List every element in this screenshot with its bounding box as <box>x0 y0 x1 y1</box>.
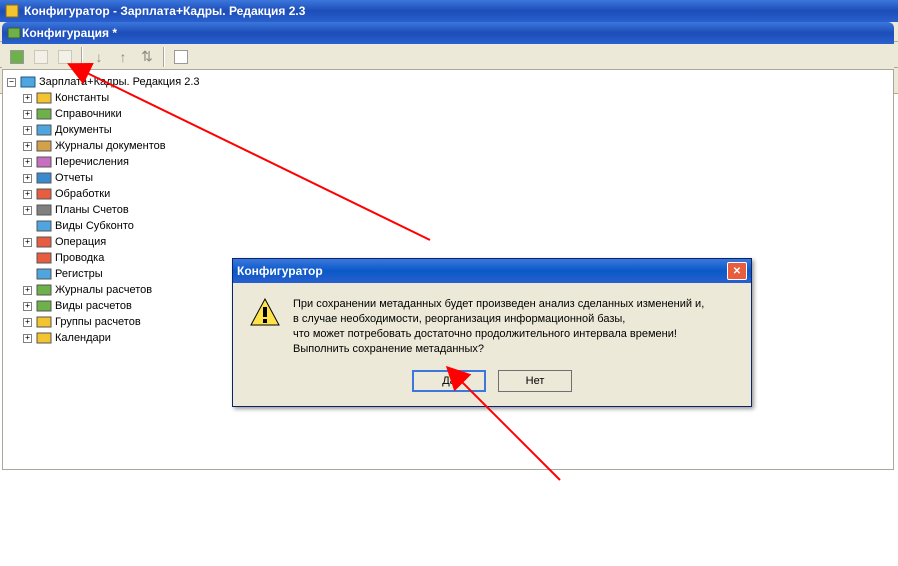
expand-toggle-icon[interactable]: + <box>23 174 32 183</box>
tree-item-label: Перечисления <box>55 156 129 168</box>
expand-toggle-icon[interactable]: + <box>23 318 32 327</box>
tree-item-label: Обработки <box>55 188 110 200</box>
tree-item-label: Проводка <box>55 252 104 264</box>
child-tb-btn-2[interactable] <box>30 46 52 68</box>
child-tb-btn-1[interactable] <box>6 46 28 68</box>
tree-item-label: Группы расчетов <box>55 316 141 328</box>
tree-item[interactable]: + Операция <box>5 234 891 250</box>
tree-item[interactable]: + Документы <box>5 122 891 138</box>
tree-item[interactable]: + Планы Счетов <box>5 202 891 218</box>
tree-node-icon <box>36 171 52 185</box>
tree-item-label: Константы <box>55 92 109 104</box>
child-tb-btn-4[interactable]: ↓ <box>88 46 110 68</box>
tree-item-label: Виды расчетов <box>55 300 132 312</box>
dialog-line-2: в случае необходимости, реорганизация ин… <box>293 312 704 327</box>
tree-item[interactable]: + Журналы документов <box>5 138 891 154</box>
expand-toggle-icon[interactable]: + <box>23 286 32 295</box>
expand-toggle-icon[interactable]: + <box>23 238 32 247</box>
expand-toggle-icon[interactable]: + <box>23 142 32 151</box>
dialog-title: Конфигуратор <box>237 264 323 278</box>
expand-toggle-icon[interactable]: + <box>23 110 32 119</box>
tree-node-icon <box>36 107 52 121</box>
expand-toggle-icon[interactable]: − <box>7 78 16 87</box>
tree-item-label: Календари <box>55 332 111 344</box>
tree-node-icon <box>36 203 52 217</box>
dialog-line-4: Выполнить сохранение метаданных? <box>293 342 704 357</box>
config-icon <box>20 75 36 89</box>
expand-toggle-icon[interactable]: + <box>23 334 32 343</box>
tree-item-label: Планы Счетов <box>55 204 129 216</box>
tree-noexpander <box>23 222 32 231</box>
separator <box>81 47 83 67</box>
main-titlebar: Конфигуратор - Зарплата+Кадры. Редакция … <box>0 0 898 22</box>
main-title: Конфигуратор - Зарплата+Кадры. Редакция … <box>24 4 305 18</box>
expand-toggle-icon[interactable]: + <box>23 190 32 199</box>
child-tb-btn-5[interactable]: ↑ <box>112 46 134 68</box>
tree-item-label: Виды Субконто <box>55 220 134 232</box>
tree-node-icon <box>36 187 52 201</box>
tree-item[interactable]: + Обработки <box>5 186 891 202</box>
tree-item[interactable]: + Перечисления <box>5 154 891 170</box>
separator <box>163 47 165 67</box>
child-window-icon <box>6 24 22 43</box>
tree-item-label: Документы <box>55 124 112 136</box>
dialog-titlebar[interactable]: Конфигуратор ✕ <box>233 259 751 283</box>
child-toolbar: ↓ ↑ ⇅ <box>2 44 894 70</box>
tree-root-label: Зарплата+Кадры. Редакция 2.3 <box>39 76 200 88</box>
tree-noexpander <box>23 270 32 279</box>
tree-item-label: Регистры <box>55 268 103 280</box>
no-button[interactable]: Нет <box>498 370 572 392</box>
yes-button[interactable]: Да <box>412 370 486 392</box>
tree-root[interactable]: − Зарплата+Кадры. Редакция 2.3 <box>5 74 891 90</box>
child-tb-btn-7[interactable] <box>170 46 192 68</box>
tree-node-icon <box>36 299 52 313</box>
warning-icon <box>249 297 281 329</box>
child-title: Конфигурация * <box>22 26 117 40</box>
tree-item-label: Отчеты <box>55 172 93 184</box>
dialog-line-1: При сохранении метаданных будет произвед… <box>293 297 704 312</box>
expand-toggle-icon[interactable]: + <box>23 94 32 103</box>
tree-node-icon <box>36 123 52 137</box>
tree-node-icon <box>36 235 52 249</box>
child-tb-btn-6[interactable]: ⇅ <box>136 46 158 68</box>
dialog-message: При сохранении метаданных будет произвед… <box>293 297 704 356</box>
expand-toggle-icon[interactable]: + <box>23 206 32 215</box>
tree-node-icon <box>36 155 52 169</box>
tree-node-icon <box>36 331 52 345</box>
tree-node-icon <box>36 139 52 153</box>
tree-item-label: Журналы документов <box>55 140 166 152</box>
tree-item[interactable]: + Отчеты <box>5 170 891 186</box>
child-titlebar: Конфигурация * <box>2 22 894 44</box>
dialog-body: При сохранении метаданных будет произвед… <box>233 283 751 364</box>
dialog-buttons: Да Нет <box>233 364 751 406</box>
tree-node-icon <box>36 91 52 105</box>
tree-item-label: Операция <box>55 236 106 248</box>
save-confirm-dialog: Конфигуратор ✕ При сохранении метаданных… <box>232 258 752 407</box>
tree-item-label: Журналы расчетов <box>55 284 152 296</box>
tree-node-icon <box>36 251 52 265</box>
tree-node-icon <box>36 315 52 329</box>
expand-toggle-icon[interactable]: + <box>23 126 32 135</box>
dialog-close-button[interactable]: ✕ <box>727 262 747 280</box>
tree-item[interactable]: + Справочники <box>5 106 891 122</box>
tree-node-icon <box>36 219 52 233</box>
tree-item[interactable]: + Константы <box>5 90 891 106</box>
expand-toggle-icon[interactable]: + <box>23 302 32 311</box>
tree-node-icon <box>36 267 52 281</box>
tree-node-icon <box>36 283 52 297</box>
tree-item-label: Справочники <box>55 108 122 120</box>
tree-noexpander <box>23 254 32 263</box>
expand-toggle-icon[interactable]: + <box>23 158 32 167</box>
tree-item[interactable]: Виды Субконто <box>5 218 891 234</box>
app-icon <box>4 3 20 19</box>
dialog-line-3: что может потребовать достаточно продолж… <box>293 327 704 342</box>
child-tb-btn-3[interactable] <box>54 46 76 68</box>
